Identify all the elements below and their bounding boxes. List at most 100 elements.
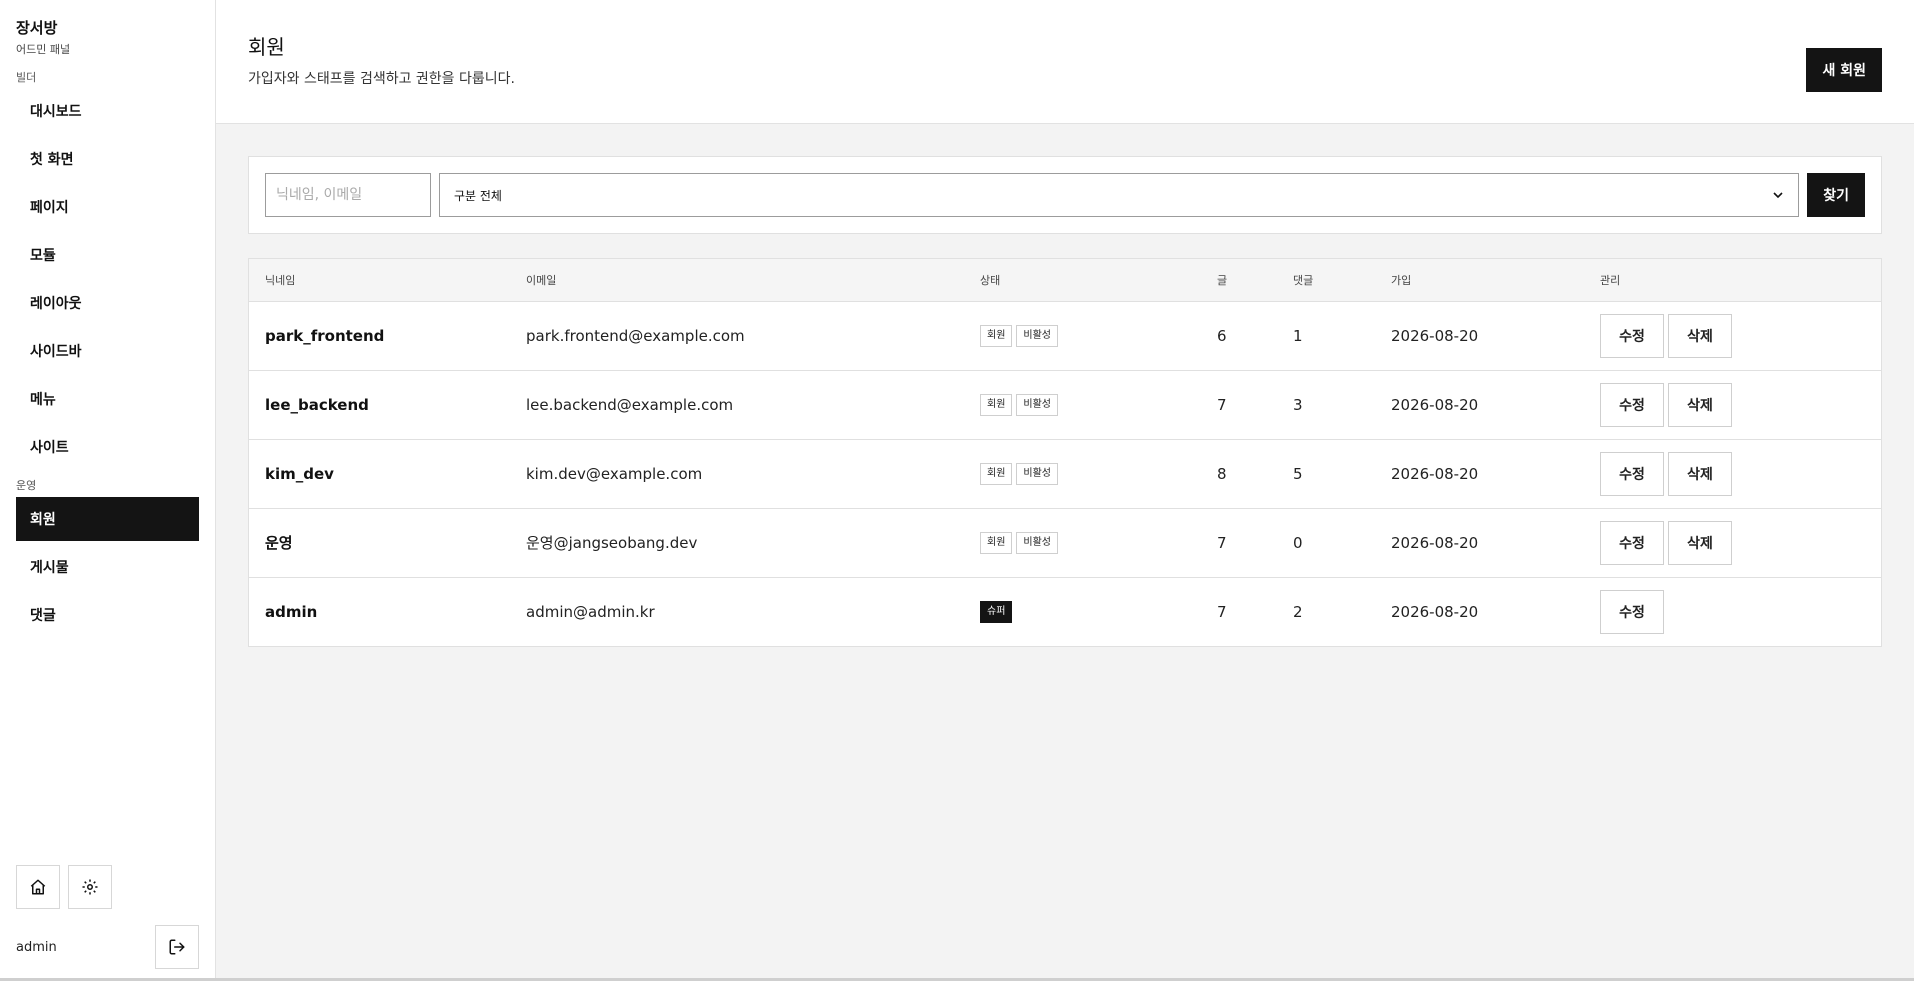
cell-actions: 수정 삭제 — [1584, 439, 1881, 508]
cell-joined: 2026-08-20 — [1391, 326, 1479, 345]
sidebar-item-label: 메뉴 — [30, 392, 56, 408]
section-label-builder: 빌더 — [16, 71, 37, 84]
sidebar-item-label: 사이드바 — [30, 344, 82, 360]
search-panel: 구분 전체 찾기 — [248, 156, 1882, 234]
sidebar-item-label: 게시물 — [30, 560, 69, 576]
cell-nickname: park_frontend — [265, 326, 385, 345]
home-icon — [30, 879, 46, 895]
cell-joined: 2026-08-20 — [1391, 395, 1479, 414]
cell-email: park.frontend@example.com — [526, 326, 745, 345]
cell-status: 회원 비활성 — [964, 508, 1201, 577]
logout-icon — [169, 939, 185, 955]
delete-button[interactable]: 삭제 — [1668, 382, 1732, 427]
chevron-down-icon — [1773, 192, 1783, 199]
sidebar-item-label: 회원 — [30, 512, 56, 528]
table-header-row: 닉네임 이메일 상태 글 댓글 가입 관리 — [249, 259, 1881, 302]
cell-posts: 7 — [1217, 602, 1227, 621]
sidebar-item-pages[interactable]: 페이지 — [16, 185, 199, 229]
column-header-email: 이메일 — [510, 259, 964, 302]
type-filter-select[interactable]: 구분 전체 — [439, 173, 1800, 217]
cell-actions: 수정 삭제 — [1584, 301, 1881, 370]
delete-button[interactable]: 삭제 — [1668, 451, 1732, 496]
sidebar-item-comments[interactable]: 댓글 — [16, 593, 199, 637]
status-badge: 회원 — [980, 463, 1013, 485]
members-table: 닉네임 이메일 상태 글 댓글 가입 관리 park_frontend park — [249, 259, 1881, 646]
settings-button[interactable] — [68, 865, 112, 909]
cell-posts: 7 — [1217, 533, 1227, 552]
sidebar-item-sidebar[interactable]: 사이드바 — [16, 329, 199, 373]
sidebar-item-layout[interactable]: 레이아웃 — [16, 281, 199, 325]
delete-button[interactable]: 삭제 — [1668, 520, 1732, 565]
status-badge: 회원 — [980, 532, 1013, 554]
sidebar-item-menu[interactable]: 메뉴 — [16, 377, 199, 421]
column-header-joined: 가입 — [1375, 259, 1584, 302]
cell-joined: 2026-08-20 — [1391, 464, 1479, 483]
cell-nickname: kim_dev — [265, 464, 334, 483]
home-button[interactable] — [16, 865, 60, 909]
table-row: park_frontend park.frontend@example.com … — [249, 301, 1881, 370]
builder-nav: 대시보드 첫 화면 페이지 모듈 레이아웃 사이드바 메뉴 사이트 — [0, 89, 215, 469]
new-member-button[interactable]: 새 회원 — [1806, 48, 1882, 92]
cell-actions: 수정 삭제 — [1584, 508, 1881, 577]
table-row: lee_backend lee.backend@example.com 회원 비활… — [249, 370, 1881, 439]
delete-button[interactable]: 삭제 — [1668, 313, 1732, 358]
section-label-operations: 운영 — [16, 479, 37, 492]
logout-button[interactable] — [155, 925, 199, 969]
sidebar-item-label: 페이지 — [30, 200, 69, 216]
app-root: 장서방 어드민 패널 빌더 대시보드 첫 화면 페이지 모듈 레이아웃 사이드바… — [0, 0, 1914, 981]
page-subtitle: 가입자와 스태프를 검색하고 권한을 다룹니다. — [248, 71, 515, 87]
cell-posts: 7 — [1217, 395, 1227, 414]
cell-joined: 2026-08-20 — [1391, 602, 1479, 621]
status-badge: 슈퍼 — [980, 601, 1013, 624]
cell-posts: 6 — [1217, 326, 1227, 345]
sidebar-item-label: 모듈 — [30, 248, 56, 264]
cell-actions: 수정 삭제 — [1584, 370, 1881, 439]
cell-comments: 1 — [1293, 326, 1303, 345]
cell-nickname: lee_backend — [265, 395, 369, 414]
sidebar-item-label: 첫 화면 — [30, 152, 74, 168]
status-badge: 비활성 — [1016, 532, 1059, 554]
edit-button[interactable]: 수정 — [1600, 451, 1664, 496]
sidebar: 장서방 어드민 패널 빌더 대시보드 첫 화면 페이지 모듈 레이아웃 사이드바… — [0, 0, 216, 981]
sidebar-item-modules[interactable]: 모듈 — [16, 233, 199, 277]
edit-button[interactable]: 수정 — [1600, 520, 1664, 565]
sidebar-item-dashboard[interactable]: 대시보드 — [16, 89, 199, 133]
page-header: 회원 가입자와 스태프를 검색하고 권한을 다룹니다. 새 회원 — [216, 0, 1914, 124]
main-area: 회원 가입자와 스태프를 검색하고 권한을 다룹니다. 새 회원 구분 전체 찾… — [216, 0, 1914, 981]
sidebar-item-posts[interactable]: 게시물 — [16, 545, 199, 589]
cell-joined: 2026-08-20 — [1391, 533, 1479, 552]
sidebar-item-home-screen[interactable]: 첫 화면 — [16, 137, 199, 181]
status-badge: 비활성 — [1016, 394, 1059, 416]
cell-comments: 2 — [1293, 602, 1303, 621]
status-badge: 비활성 — [1016, 325, 1059, 347]
cell-email: lee.backend@example.com — [526, 395, 734, 414]
table-row: admin admin@admin.kr 슈퍼 7 2 2026-08-20 수… — [249, 577, 1881, 646]
sidebar-item-site[interactable]: 사이트 — [16, 425, 199, 469]
brand: 장서방 어드민 패널 — [0, 0, 215, 57]
edit-button[interactable]: 수정 — [1600, 589, 1664, 634]
cell-comments: 0 — [1293, 533, 1303, 552]
cell-status: 슈퍼 — [964, 577, 1201, 646]
edit-button[interactable]: 수정 — [1600, 382, 1664, 427]
cell-actions: 수정 — [1584, 577, 1881, 646]
sidebar-item-label: 레이아웃 — [30, 296, 82, 312]
cell-nickname: 운영 — [265, 534, 293, 552]
status-badge: 비활성 — [1016, 463, 1059, 485]
cell-status: 회원 비활성 — [964, 439, 1201, 508]
sidebar-item-label: 대시보드 — [30, 104, 82, 120]
brand-subtitle: 어드민 패널 — [16, 43, 71, 56]
gear-icon — [82, 879, 98, 895]
column-header-comments: 댓글 — [1277, 259, 1375, 302]
sidebar-footer: admin — [16, 865, 199, 981]
find-button[interactable]: 찾기 — [1807, 173, 1865, 217]
edit-button[interactable]: 수정 — [1600, 313, 1664, 358]
sidebar-item-members[interactable]: 회원 — [16, 497, 199, 541]
cell-comments: 3 — [1293, 395, 1303, 414]
cell-comments: 5 — [1293, 464, 1303, 483]
status-badge: 회원 — [980, 325, 1013, 347]
search-input[interactable] — [265, 173, 431, 217]
table-row: kim_dev kim.dev@example.com 회원 비활성 8 5 20… — [249, 439, 1881, 508]
sidebar-item-label: 사이트 — [30, 440, 69, 456]
column-header-nickname: 닉네임 — [249, 259, 510, 302]
status-badge: 회원 — [980, 394, 1013, 416]
